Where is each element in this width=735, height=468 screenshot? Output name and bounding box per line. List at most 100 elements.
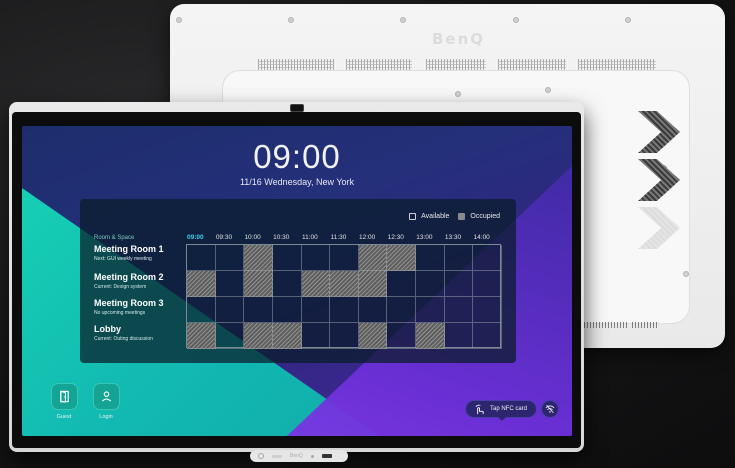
available-slot[interactable] [301,297,331,323]
time-slot-label: 10:30 [273,234,290,241]
available-slot[interactable] [358,297,388,323]
wifi-status-button[interactable] [541,400,559,418]
occupied-slot[interactable] [187,271,216,297]
occupied-slot[interactable] [301,271,331,297]
screw [545,87,551,93]
schedule-panel: Available Occupied Room & Space Meeting … [80,199,516,363]
available-slot[interactable] [444,271,474,297]
available-slot[interactable] [444,323,474,349]
legend-occupied: Occupied [470,213,500,220]
available-slot[interactable] [387,297,417,323]
occupied-slot[interactable] [387,245,417,271]
available-slot[interactable] [301,323,331,349]
occupied-slot[interactable] [272,323,302,349]
available-slot[interactable] [330,297,359,323]
available-slot[interactable] [301,245,331,271]
power-icon[interactable] [258,453,264,459]
door-icon [60,390,69,403]
available-slot[interactable] [473,323,502,349]
usb-port-icon [321,454,332,458]
available-slot[interactable] [215,271,245,297]
occupied-slot[interactable] [358,271,388,297]
time-slot-label: 14:00 [473,234,490,241]
time-slot-label: 11:00 [301,234,318,241]
time-slot-label: 12:30 [387,234,404,241]
room-item[interactable]: Meeting Room 3 No upcoming meetings [94,298,194,316]
available-slot[interactable] [215,323,245,349]
room-name: Lobby [94,324,121,334]
room-name: Meeting Room 2 [94,272,164,282]
guest-label: Guest [56,414,72,420]
available-slot[interactable] [444,297,474,323]
time-slot-label: 13:00 [416,234,433,241]
room-item[interactable]: Meeting Room 2 Current: Design system [94,272,194,290]
available-slot[interactable] [187,297,216,323]
available-slot[interactable] [387,271,417,297]
occupied-slot[interactable] [244,271,273,297]
rear-brand-logo: BenQ [432,30,486,48]
available-slot[interactable] [272,297,302,323]
login-button[interactable] [93,383,120,410]
nfc-hand-icon [475,404,484,414]
rooms-header: Room & Space [94,235,135,241]
available-slot[interactable] [473,245,502,271]
occupied-slot[interactable] [358,245,388,271]
available-slot[interactable] [416,297,445,323]
occupied-slot[interactable] [416,323,445,349]
available-slot[interactable] [215,245,245,271]
bottom-bar-brand: BenQ [290,453,303,459]
time-slot-label: 13:30 [444,234,462,241]
screw [176,17,182,23]
time-slot-header: 09:00 09:30 10:00 10:30 11:00 11:30 12:00 12:30… [185,234,500,242]
tap-nfc-button[interactable]: Tap NFC card [465,400,537,418]
occupied-slot[interactable] [330,271,359,297]
room-name: Meeting Room 1 [94,244,164,254]
available-slot[interactable] [330,323,359,349]
screw [683,271,689,277]
room-status: Current: Outing discussion [94,336,153,342]
available-slot[interactable] [187,245,216,271]
time-slot-label: 11:30 [330,234,347,241]
time-slot-label: 09:30 [215,234,233,241]
available-slot[interactable] [473,271,502,297]
login-label: Login [99,414,113,420]
occupied-slot[interactable] [187,323,216,349]
available-slot[interactable] [272,245,302,271]
screw [400,17,406,23]
nfc-pointer [498,417,506,421]
wifi-off-icon [545,404,555,414]
available-slot[interactable] [444,245,474,271]
date-location: 11/16 Wednesday, New York [239,177,355,187]
screw [288,17,294,23]
available-slot[interactable] [215,297,245,323]
available-slot[interactable] [244,297,273,323]
screw [455,91,461,97]
occupied-slot[interactable] [244,323,273,349]
nfc-label: Tap NFC card [490,406,528,412]
screw [625,17,631,23]
legend-available: Available [421,213,450,220]
guest-button[interactable] [51,383,78,410]
available-slot[interactable] [416,271,445,297]
time-slot-label: 09:00 [187,234,204,241]
available-slot[interactable] [272,271,302,297]
available-slot[interactable] [387,323,417,349]
bottom-control-bar: BenQ [250,450,348,462]
screw [513,17,519,23]
occupied-swatch [458,213,466,220]
available-slot[interactable] [330,245,359,271]
indicator-light [272,454,282,458]
room-status: Next: GUI weekly meeting [94,256,152,262]
available-slot[interactable] [473,297,502,323]
room-item[interactable]: Meeting Room 1 Next: GUI weekly meeting [94,244,194,262]
available-slot[interactable] [416,245,445,271]
room-item[interactable]: Lobby Current: Outing discussion [94,324,194,342]
legend: Available Occupied [409,213,500,220]
room-status: No upcoming meetings [94,310,146,316]
occupied-slot[interactable] [358,323,388,349]
vent-grille [584,322,628,328]
available-swatch [409,213,417,220]
vent-grille [632,322,658,328]
clock: 09:00 [253,138,341,175]
occupied-slot[interactable] [244,245,273,271]
